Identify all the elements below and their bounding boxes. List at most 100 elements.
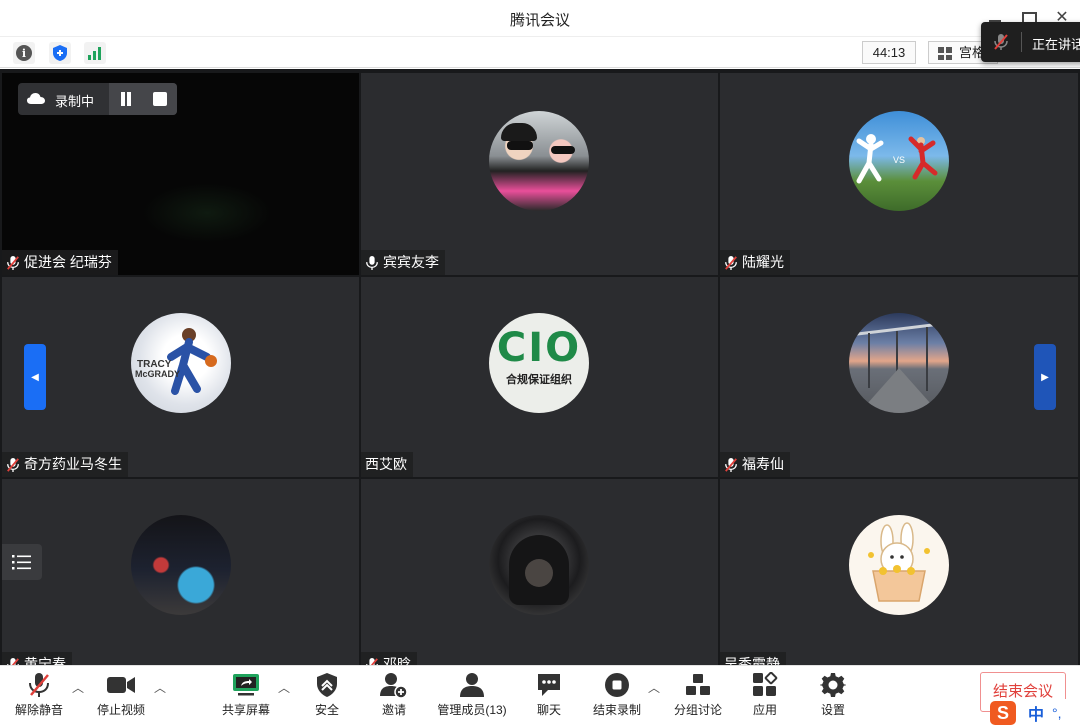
ime-mode: 中 <box>1028 707 1045 724</box>
participant-label: 奇方药业马冬生 <box>2 452 128 477</box>
participant-tile[interactable]: VS 陆耀光 <box>720 73 1078 275</box>
stop-record-icon <box>605 673 629 697</box>
participant-name: 邓晗 <box>383 656 411 665</box>
participant-name: 西艾欧 <box>365 456 407 472</box>
muted-mic-icon <box>724 457 738 473</box>
participant-list-toggle[interactable] <box>2 544 42 580</box>
participant-name: 促进会 纪瑞芬 <box>24 254 112 270</box>
cio-logo-subtext: 合规保证组织 <box>506 374 572 386</box>
security-button[interactable]: 安全 <box>302 670 352 724</box>
invite-button[interactable]: 邀请 <box>370 670 418 724</box>
recording-status: 录制中 <box>18 83 177 115</box>
chevron-right-icon: ▶ <box>1041 371 1049 383</box>
mic-icon <box>365 255 379 271</box>
stop-video-button[interactable]: 停止视频 <box>92 670 150 724</box>
share-options-caret[interactable]: ︿ <box>278 682 290 694</box>
chat-button[interactable]: 聊天 <box>526 670 572 724</box>
security-label: 安全 <box>314 703 339 717</box>
avatar: VS <box>849 111 949 211</box>
avatar <box>489 515 589 615</box>
participant-label: 宾宾友李 <box>361 250 445 275</box>
unmute-button[interactable]: 解除静音 <box>10 670 68 724</box>
participant-name: 宾宾友李 <box>383 254 439 270</box>
ime-punctuation: °, <box>1052 705 1062 721</box>
apps-button[interactable]: 应用 <box>742 670 788 724</box>
recording-label: 录制中 <box>55 94 95 109</box>
participant-label: 促进会 纪瑞芬 <box>2 250 118 275</box>
shield-icon <box>317 673 337 697</box>
title-bar: 腾讯会议 ✕ <box>0 0 1080 36</box>
avatar <box>849 313 949 413</box>
participant-tile[interactable]: 宾宾友李 <box>361 73 718 275</box>
muted-mic-icon <box>29 673 49 697</box>
sogou-logo: S <box>990 701 1016 725</box>
participant-name: 陆耀光 <box>742 254 784 270</box>
cio-logo-text: CIO <box>496 325 582 371</box>
window-title: 腾讯会议 <box>509 12 570 29</box>
participant-tile[interactable]: 黄宁春 <box>2 479 359 665</box>
manage-members-button[interactable]: 管理成员(13) <box>434 670 510 724</box>
invite-label: 邀请 <box>381 703 406 717</box>
avatar <box>131 515 231 615</box>
muted-mic-icon <box>993 33 1009 54</box>
speaking-text: 正在讲话 <box>1032 37 1080 52</box>
stop-recording-button[interactable] <box>153 92 167 106</box>
cloud-icon <box>27 93 45 104</box>
video-grid: 录制中 促进会 纪瑞芬 宾宾友李 VS 陆耀光 TRACY McGRADY 奇方… <box>0 69 1080 665</box>
recording-options-caret[interactable]: ︿ <box>648 682 660 694</box>
security-status-button[interactable] <box>49 42 71 64</box>
participant-tile[interactable]: 福寿仙 <box>720 277 1078 477</box>
participant-label: 邓晗 <box>361 652 417 665</box>
meeting-info-button[interactable]: i <box>13 42 35 64</box>
video-options-caret[interactable]: ︿ <box>154 682 166 694</box>
pause-recording-button[interactable] <box>119 92 133 106</box>
members-icon <box>460 673 484 697</box>
breakout-rooms-icon <box>686 674 710 695</box>
meeting-info-bar: i 44:13 宫格 <box>0 36 1080 68</box>
list-icon <box>12 555 31 570</box>
settings-button[interactable]: 设置 <box>810 670 856 724</box>
muted-mic-icon <box>6 457 20 473</box>
settings-label: 设置 <box>820 703 845 717</box>
participant-label: 福寿仙 <box>720 452 790 477</box>
muted-mic-icon <box>365 657 379 665</box>
chevron-left-icon: ◀ <box>31 371 39 383</box>
previous-page-button[interactable]: ◀ <box>24 344 46 410</box>
input-method-indicator[interactable]: S 中 °, <box>990 699 1080 727</box>
apps-label: 应用 <box>752 703 777 717</box>
avatar <box>849 515 949 615</box>
participant-tile[interactable]: TRACY McGRADY 奇方药业马冬生 <box>2 277 359 477</box>
info-icon: i <box>16 45 32 61</box>
breakout-label: 分组讨论 <box>673 703 722 717</box>
next-page-button[interactable]: ▶ <box>1034 344 1056 410</box>
participant-label: 陆耀光 <box>720 250 790 275</box>
audio-options-caret[interactable]: ︿ <box>72 682 84 694</box>
participant-tile[interactable]: 吴秀霞静 <box>720 479 1078 665</box>
grid-layout-icon <box>938 47 952 60</box>
end-recording-button[interactable]: 结束录制 <box>588 670 646 724</box>
participant-label: 西艾欧 <box>361 452 413 477</box>
participant-tile[interactable]: 邓晗 <box>361 479 718 665</box>
end-recording-label: 结束录制 <box>592 703 641 717</box>
participant-label: 吴秀霞静 <box>720 652 786 665</box>
muted-mic-icon <box>6 657 20 665</box>
breakout-button[interactable]: 分组讨论 <box>668 670 728 724</box>
participant-tile[interactable]: CIO 合规保证组织 西艾欧 <box>361 277 718 477</box>
speaking-indicator: 正在讲话 <box>981 22 1080 62</box>
avatar <box>489 111 589 211</box>
share-screen-icon <box>233 674 259 696</box>
stop-video-label: 停止视频 <box>96 703 145 717</box>
chat-bubble-icon <box>538 674 560 696</box>
manage-members-label: 管理成员(13) <box>437 703 507 717</box>
meeting-timer: 44:13 <box>862 41 916 64</box>
share-screen-label: 共享屏幕 <box>221 703 270 717</box>
shield-icon <box>53 45 67 61</box>
svg-text:McGRADY: McGRADY <box>135 369 180 379</box>
muted-mic-icon <box>6 255 20 271</box>
participant-tile[interactable]: 录制中 促进会 纪瑞芬 <box>2 73 359 275</box>
unmute-label: 解除静音 <box>14 703 63 717</box>
network-status-button[interactable] <box>84 42 106 64</box>
participant-name: 黄宁春 <box>24 656 66 665</box>
meeting-toolbar: 解除静音 ︿ 停止视频 ︿ 共享屏幕 ︿ 安全 邀请 管理成员(13) 聊天 结… <box>0 665 1080 727</box>
share-screen-button[interactable]: 共享屏幕 <box>216 670 276 724</box>
